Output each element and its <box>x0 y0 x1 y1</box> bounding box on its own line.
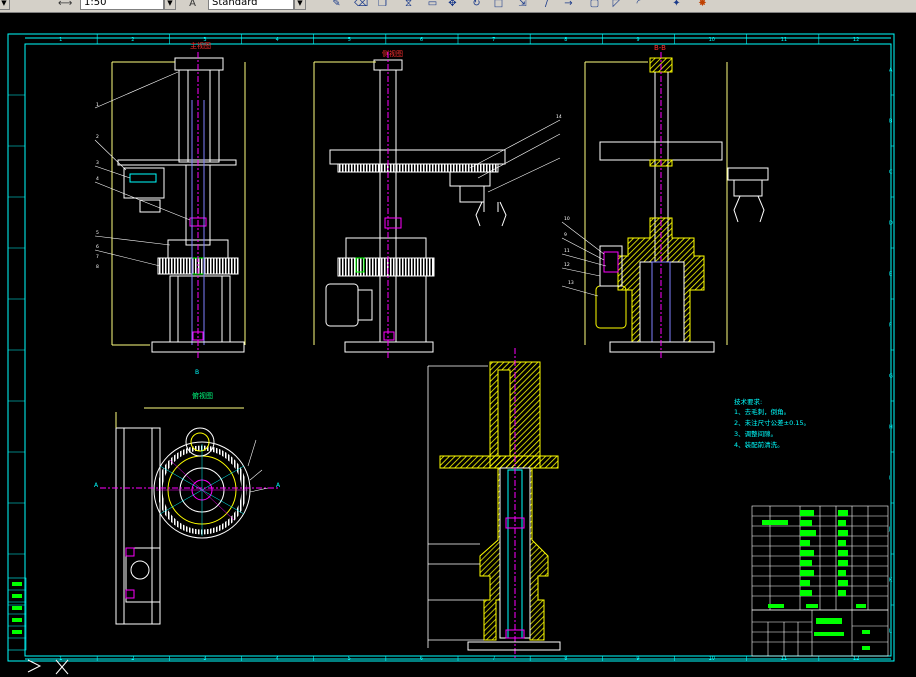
grid-col-label-bottom: 12 <box>853 656 859 662</box>
grid-row-label: K <box>889 578 893 584</box>
revision-strip <box>7 577 27 651</box>
part-label: 12 <box>564 262 570 268</box>
grid-col-label-top: 1 <box>59 37 62 43</box>
properties-icon[interactable]: ✸ <box>696 0 709 10</box>
grid-col-label-top: 2 <box>131 37 134 43</box>
grid-col-label-bottom: 7 <box>492 656 495 662</box>
side-view: 侧视图 <box>313 49 561 360</box>
top-view-title: 俯视图 <box>192 391 213 400</box>
grid-row-label: B <box>889 119 893 125</box>
grid-col-label-bottom: 11 <box>781 656 787 662</box>
section-view: B-B <box>561 44 769 360</box>
grid-col-label-top: 7 <box>492 37 495 43</box>
grid-col-label-bottom: 3 <box>203 656 206 662</box>
grid-row-label: G <box>889 374 893 380</box>
part-label: 1 <box>96 102 99 108</box>
main-section-view <box>427 348 561 660</box>
tech-req-item-3: 3、调整间隙。 <box>734 429 777 438</box>
move-icon[interactable]: ✥ <box>446 0 459 10</box>
part-label: 4 <box>96 176 99 182</box>
trim-icon[interactable]: / <box>540 0 553 10</box>
grid-col-label-top: 6 <box>420 37 423 43</box>
tech-requirements: 技术要求: 1、去毛刺，倒角。 2、未注尺寸公差±0.15。 3、调整间隙。 4… <box>734 397 810 449</box>
grid-row-label: C <box>889 170 893 176</box>
text-style-dropdown-button[interactable]: ▼ <box>294 0 306 10</box>
grid-row-markers: A B C D E F G H I J K L <box>8 68 894 635</box>
ucs-icon <box>27 659 69 675</box>
front-view-part-labels: 1 2 3 4 5 6 7 8 <box>96 102 99 270</box>
part-label: 8 <box>96 264 99 270</box>
part-label: 14 <box>556 114 562 120</box>
top-view: 俯视图 <box>100 391 280 625</box>
section-view-part-labels: 10 9 11 12 13 14 <box>556 114 574 286</box>
part-label: 2 <box>96 134 99 140</box>
part-label: 13 <box>568 280 574 286</box>
grid-row-label: H <box>889 425 893 431</box>
grid-col-label-bottom: 4 <box>276 656 279 662</box>
part-label: 5 <box>96 230 99 236</box>
grid-col-label-bottom: 8 <box>564 656 567 662</box>
mirror-icon[interactable]: ⧖ <box>402 0 415 10</box>
fillet-icon[interactable]: ◜ <box>632 0 645 10</box>
copy-icon[interactable]: ❐ <box>376 0 389 10</box>
text-style-select[interactable]: Standard <box>208 0 294 10</box>
front-view: 主视图 <box>94 41 246 360</box>
grid-col-label-bottom: 10 <box>709 656 715 662</box>
grid-row-label: L <box>889 629 892 635</box>
break-icon[interactable]: ▢ <box>588 0 601 10</box>
grid-col-label-top: 9 <box>636 37 639 43</box>
chamfer-icon[interactable]: ◸ <box>610 0 623 10</box>
part-label: 3 <box>96 160 99 166</box>
explode-icon[interactable]: ✦ <box>670 0 683 10</box>
part-label: 10 <box>564 216 570 222</box>
grid-col-label-top: 10 <box>709 37 715 43</box>
rotate-icon[interactable]: ↻ <box>470 0 483 10</box>
section-view-title: B-B <box>654 44 666 52</box>
tech-req-item-1: 1、去毛刺，倒角。 <box>734 407 790 416</box>
section-mark-a-right: A <box>276 482 281 489</box>
title-block <box>751 609 889 657</box>
section-mark-a-left: A <box>94 482 99 489</box>
grid-row-label: F <box>889 323 892 329</box>
grid-row-label: E <box>889 272 892 278</box>
part-label: 6 <box>96 244 99 250</box>
drawing-canvas[interactable]: 112233445566778899101011111212 ABCDEFGHI… <box>0 12 916 677</box>
grid-col-label-bottom: 9 <box>636 656 639 662</box>
stretch-icon[interactable]: ⇲ <box>516 0 529 10</box>
grid-col-label-top: 11 <box>781 37 787 43</box>
parts-list-table <box>751 505 889 611</box>
tech-req-item-4: 4、装配前清洗。 <box>734 440 784 449</box>
grid-col-label-top: 12 <box>853 37 859 43</box>
grid-row-label: J <box>888 527 890 533</box>
part-label: 9 <box>564 232 567 238</box>
grid-col-label-top: 8 <box>564 37 567 43</box>
scale-icon[interactable]: □ <box>492 0 505 10</box>
grid-col-label-bottom: 2 <box>131 656 134 662</box>
dim-style-icon[interactable]: ⟷ <box>58 0 72 10</box>
side-view-title: 侧视图 <box>382 49 403 58</box>
grid-row-label: A <box>889 68 893 74</box>
grid-col-label-top: 5 <box>348 37 351 43</box>
part-label: 11 <box>564 248 570 254</box>
tech-req-heading: 技术要求: <box>734 397 762 406</box>
erase-icon[interactable]: ⌫ <box>354 0 368 10</box>
match-prop-icon[interactable]: ✎ <box>330 0 343 10</box>
front-view-title: 主视图 <box>190 41 211 50</box>
dim-scale-dropdown-button[interactable]: ▼ <box>164 0 176 10</box>
grid-col-label-bottom: 6 <box>420 656 423 662</box>
offset-icon[interactable]: ▭ <box>426 0 439 10</box>
grid-col-label-bottom: 1 <box>59 656 62 662</box>
drawing-frame <box>7 33 895 662</box>
extend-icon[interactable]: → <box>562 0 575 10</box>
tech-req-item-2: 2、未注尺寸公差±0.15。 <box>734 418 810 427</box>
grid-col-label-bottom: 5 <box>348 656 351 662</box>
part-label: 7 <box>96 254 99 260</box>
grid-col-label-top: 4 <box>276 37 279 43</box>
dim-scale-select[interactable]: 1:50 <box>80 0 164 10</box>
prev-dropdown-button[interactable]: ▼ <box>0 0 10 10</box>
grid-row-label: I <box>889 476 890 482</box>
section-mark-b: B <box>195 369 199 376</box>
text-style-icon[interactable]: A <box>186 0 199 10</box>
grid-row-label: D <box>889 221 893 227</box>
